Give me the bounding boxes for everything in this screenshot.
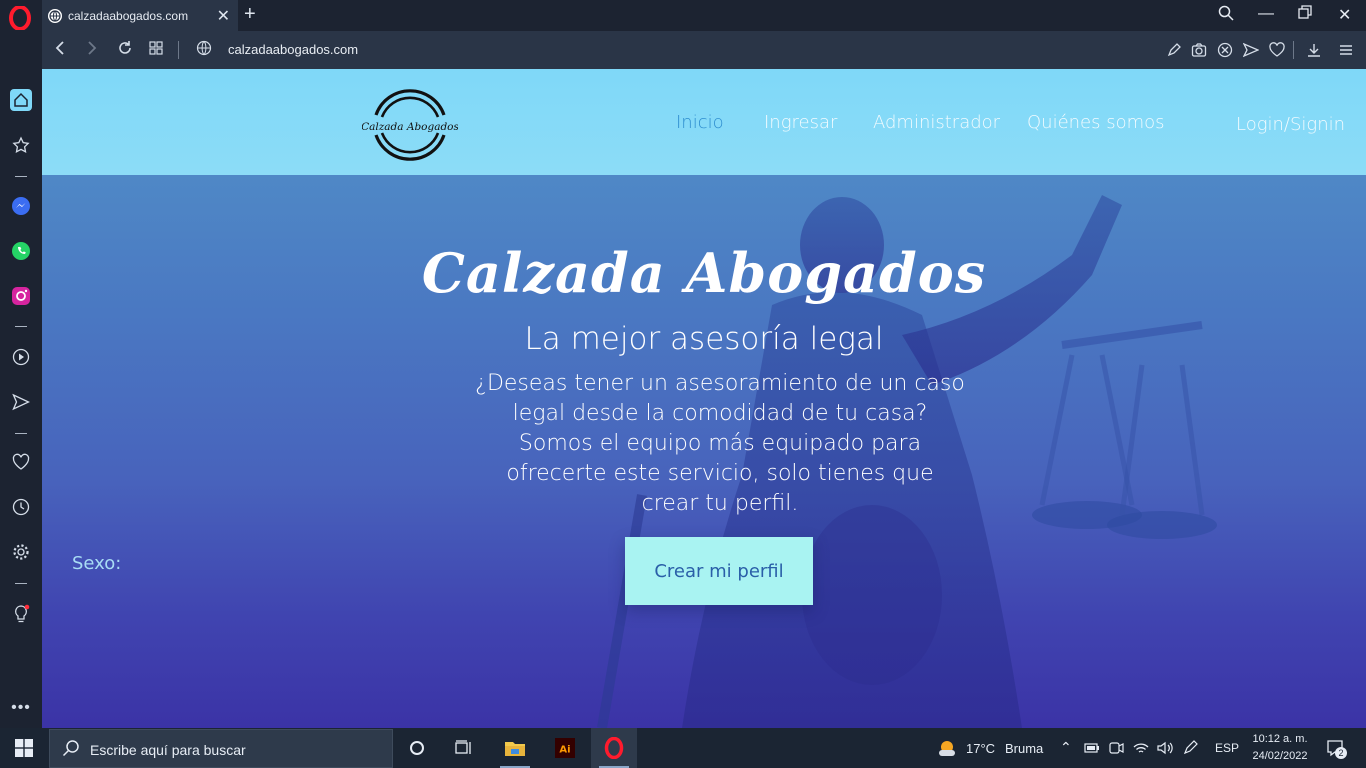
weather-temperature[interactable]: 17°C xyxy=(966,741,995,756)
weather-sun-icon[interactable] xyxy=(936,738,958,758)
settings-gear-icon[interactable] xyxy=(10,541,32,563)
input-language[interactable]: ESP xyxy=(1215,741,1239,755)
nav-link-inicio[interactable]: Inicio xyxy=(676,112,724,133)
search-placeholder: Escribe aquí para buscar xyxy=(90,742,246,758)
battery-icon[interactable] xyxy=(1084,741,1100,755)
search-icon xyxy=(62,740,79,757)
home-icon[interactable] xyxy=(10,89,32,111)
instagram-icon[interactable] xyxy=(10,285,32,307)
taskbar-search-box[interactable]: Escribe aquí para buscar xyxy=(49,729,393,768)
nav-link-ingresar[interactable]: Ingresar xyxy=(764,112,837,133)
address-bar: calzadaabogados.com xyxy=(42,31,1366,69)
globe-icon xyxy=(48,8,62,23)
weather-description[interactable]: Bruma xyxy=(1005,741,1043,756)
back-icon[interactable] xyxy=(54,40,66,61)
search-tabs-icon[interactable] xyxy=(1218,5,1234,26)
close-tab-icon[interactable]: ✕ xyxy=(217,6,230,26)
sidebar-separator xyxy=(15,583,27,584)
site-logo[interactable]: Calzada Abogados xyxy=(362,85,458,165)
send-icon[interactable] xyxy=(1243,42,1259,58)
cortana-icon[interactable] xyxy=(394,728,440,768)
pen-icon[interactable] xyxy=(1182,740,1200,756)
hero-description: ¿Deseas tener un asesoramiento de un cas… xyxy=(475,371,965,516)
whatsapp-icon[interactable] xyxy=(10,240,32,262)
divider xyxy=(178,41,179,59)
opera-logo-icon[interactable] xyxy=(8,6,32,30)
pinboard-icon[interactable] xyxy=(10,134,32,156)
opera-icon[interactable] xyxy=(591,728,637,768)
create-profile-button[interactable]: Crear mi perfil xyxy=(625,537,813,605)
more-options-icon[interactable]: ••• xyxy=(10,697,32,719)
edit-share-icon[interactable] xyxy=(1166,42,1182,58)
url-field[interactable]: calzadaabogados.com xyxy=(228,42,358,57)
bookmarks-heart-icon[interactable] xyxy=(10,451,32,473)
volume-icon[interactable] xyxy=(1156,740,1174,756)
windows-start-icon[interactable] xyxy=(15,739,33,757)
notification-center-icon[interactable]: 2 xyxy=(1326,739,1347,759)
tab-title: calzadaabogados.com xyxy=(68,8,189,23)
speed-dial-icon[interactable] xyxy=(149,40,163,60)
wifi-icon[interactable] xyxy=(1132,740,1150,756)
close-window-button[interactable]: ✕ xyxy=(1338,5,1351,25)
sidebar-separator xyxy=(15,433,27,434)
history-clock-icon[interactable] xyxy=(10,496,32,518)
site-header: Calzada Abogados Inicio Ingresar Adminis… xyxy=(42,69,1366,175)
svg-text:Calzada Abogados: Calzada Abogados xyxy=(362,121,458,133)
web-page: Calzada Abogados Inicio Ingresar Adminis… xyxy=(42,69,1366,728)
file-explorer-icon[interactable] xyxy=(492,728,538,768)
sexo-label: Sexo: xyxy=(72,553,122,574)
nav-link-quienes-somos[interactable]: Quiénes somos xyxy=(1027,112,1165,133)
browser-tab-bar: calzadaabogados.com ✕ + — ✕ xyxy=(0,0,1366,31)
divider xyxy=(1293,41,1294,59)
camera-snapshot-icon[interactable] xyxy=(1191,42,1207,58)
restore-button[interactable] xyxy=(1298,5,1312,24)
player-icon[interactable] xyxy=(10,346,32,368)
hero-section: Calzada Abogados La mejor asesoría legal… xyxy=(42,175,1366,728)
svg-text:Ai: Ai xyxy=(559,745,570,756)
opera-sidebar: ••• xyxy=(0,31,42,728)
notification-count-badge: 2 xyxy=(1335,747,1347,759)
new-tab-button[interactable]: + xyxy=(244,3,256,26)
download-icon[interactable] xyxy=(1306,42,1322,58)
heart-bookmark-icon[interactable] xyxy=(1269,42,1285,58)
nav-link-login-signin[interactable]: Login/Signin xyxy=(1236,114,1345,135)
meet-now-icon[interactable] xyxy=(1108,740,1124,756)
browser-tab[interactable]: calzadaabogados.com ✕ xyxy=(42,0,238,31)
tray-overflow-chevron-icon[interactable]: ⌃ xyxy=(1060,739,1072,756)
sidebar-separator xyxy=(15,176,27,177)
hero-title: Calzada Abogados xyxy=(421,241,987,305)
forward-icon[interactable] xyxy=(86,40,98,61)
lightbulb-icon[interactable] xyxy=(10,603,32,625)
easy-setup-icon[interactable] xyxy=(1338,42,1354,58)
illustrator-icon[interactable]: Ai xyxy=(542,728,588,768)
site-info-globe-icon[interactable] xyxy=(196,40,212,61)
reload-icon[interactable] xyxy=(117,40,133,61)
minimize-button[interactable]: — xyxy=(1258,5,1274,23)
windows-taskbar: Escribe aquí para buscar Ai 17°C Bruma ⌃… xyxy=(0,728,1366,768)
clock-date[interactable]: 24/02/2022 xyxy=(1248,750,1312,762)
clock-time[interactable]: 10:12 a. m. xyxy=(1250,733,1310,745)
task-view-icon[interactable] xyxy=(441,728,487,768)
my-flow-send-icon[interactable] xyxy=(10,391,32,413)
ad-blocker-icon[interactable] xyxy=(1217,42,1233,58)
hero-subtitle: La mejor asesoría legal xyxy=(524,321,884,357)
sidebar-separator xyxy=(15,326,27,327)
messenger-icon[interactable] xyxy=(10,195,32,217)
nav-link-administrador[interactable]: Administrador xyxy=(873,112,1000,133)
